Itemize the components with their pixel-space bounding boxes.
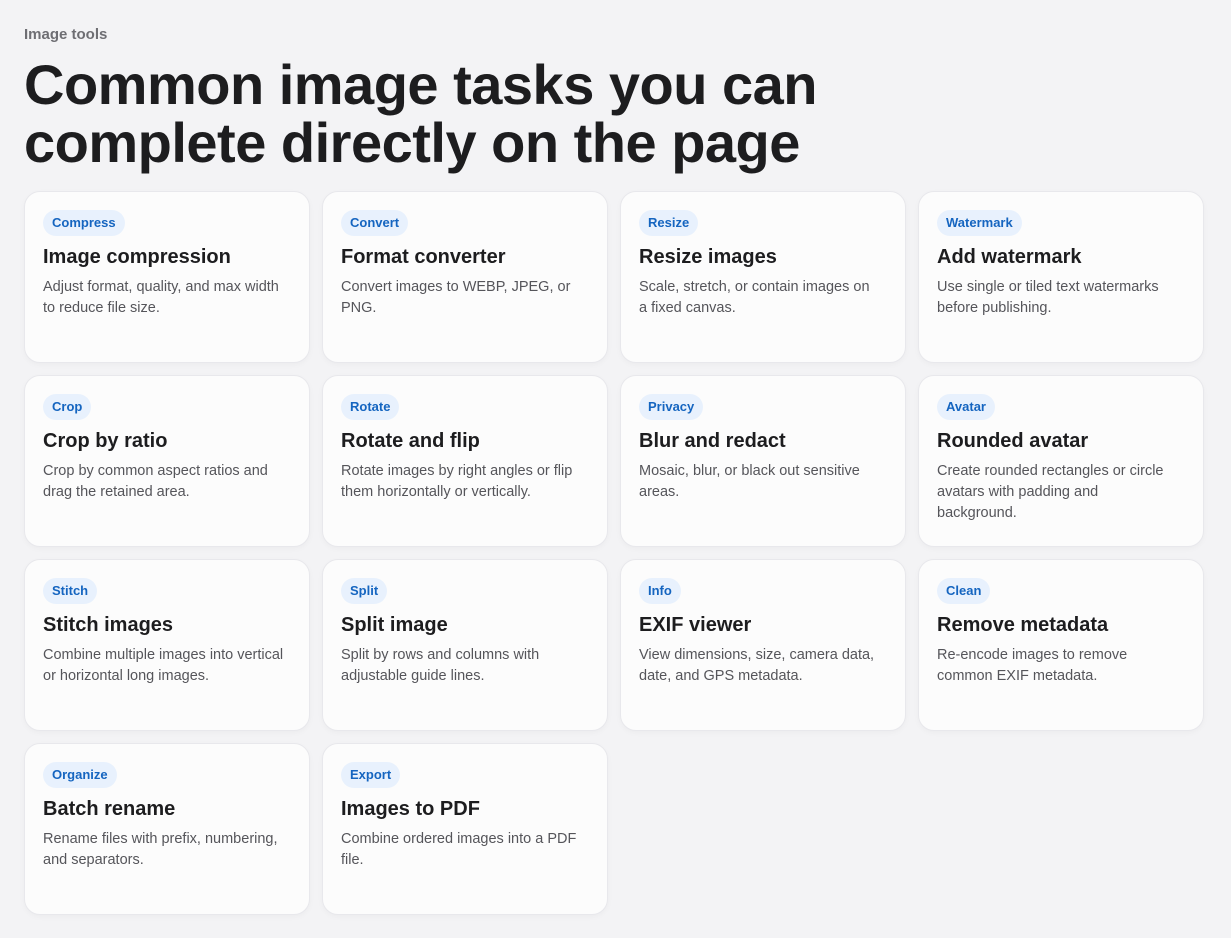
card-title: Resize images <box>639 246 777 268</box>
tool-card-compress[interactable]: Compress Image compression Adjust format… <box>24 191 310 363</box>
card-title: Format converter <box>341 246 506 268</box>
tool-card-privacy[interactable]: Privacy Blur and redact Mosaic, blur, or… <box>620 375 906 547</box>
card-description: Combine multiple images into vertical or… <box>43 647 284 684</box>
tool-card-watermark[interactable]: Watermark Add watermark Use single or ti… <box>918 191 1204 363</box>
card-title: Add watermark <box>937 246 1082 268</box>
page-eyebrow: Image tools <box>24 26 108 43</box>
card-description: Create rounded rectangles or circle avat… <box>937 463 1164 521</box>
card-title: Crop by ratio <box>43 430 168 452</box>
card-description: Re-encode images to remove common EXIF m… <box>937 647 1128 684</box>
card-badge: Stitch <box>43 578 98 604</box>
card-title: Remove metadata <box>937 614 1109 636</box>
card-description: Rotate images by right angles or flip th… <box>341 463 573 500</box>
tool-grid: Compress Image compression Adjust format… <box>24 191 1204 915</box>
card-description: Crop by common aspect ratios and drag th… <box>43 463 268 500</box>
tool-card-export[interactable]: Export Images to PDF Combine ordered ima… <box>322 743 608 915</box>
card-title: Stitch images <box>43 614 174 636</box>
card-title: Images to PDF <box>341 798 480 820</box>
tool-card-clean[interactable]: Clean Remove metadata Re-encode images t… <box>918 559 1204 731</box>
card-description: Use single or tiled text watermarks befo… <box>937 279 1159 316</box>
card-title: Rounded avatar <box>937 430 1089 452</box>
card-badge: Convert <box>341 210 409 236</box>
card-description: Mosaic, blur, or black out sensitive are… <box>639 463 860 500</box>
card-description: View dimensions, size, camera data, date… <box>639 647 875 684</box>
card-badge: Clean <box>937 578 991 604</box>
tool-card-avatar[interactable]: Avatar Rounded avatar Create rounded rec… <box>918 375 1204 547</box>
tool-card-crop[interactable]: Crop Crop by ratio Crop by common aspect… <box>24 375 310 547</box>
card-description: Rename files with prefix, numbering, and… <box>43 831 278 868</box>
tool-card-info[interactable]: Info EXIF viewer View dimensions, size, … <box>620 559 906 731</box>
card-badge: Export <box>341 762 401 788</box>
card-badge: Rotate <box>341 394 400 420</box>
card-description: Combine ordered images into a PDF file. <box>341 831 577 868</box>
tool-card-stitch[interactable]: Stitch Stitch images Combine multiple im… <box>24 559 310 731</box>
card-title: Batch rename <box>43 798 176 820</box>
card-badge: Info <box>639 578 681 604</box>
tool-card-split[interactable]: Split Split image Split by rows and colu… <box>322 559 608 731</box>
card-description: Convert images to WEBP, JPEG, or PNG. <box>341 279 571 316</box>
card-badge: Compress <box>43 210 125 236</box>
card-description: Adjust format, quality, and max width to… <box>43 279 279 316</box>
card-badge: Organize <box>43 762 117 788</box>
card-title: EXIF viewer <box>639 614 752 636</box>
card-title: Blur and redact <box>639 430 786 452</box>
card-badge: Crop <box>43 394 92 420</box>
card-description: Scale, stretch, or contain images on a f… <box>639 279 870 316</box>
page: Image tools Common image tasks you can c… <box>0 0 1231 938</box>
card-description: Split by rows and columns with adjustabl… <box>341 647 540 684</box>
tool-card-resize[interactable]: Resize Resize images Scale, stretch, or … <box>620 191 906 363</box>
tool-card-rotate[interactable]: Rotate Rotate and flip Rotate images by … <box>322 375 608 547</box>
card-title: Image compression <box>43 246 231 268</box>
tool-card-organize[interactable]: Organize Batch rename Rename files with … <box>24 743 310 915</box>
card-title: Split image <box>341 614 448 636</box>
card-badge: Watermark <box>937 210 1022 236</box>
tool-card-convert[interactable]: Convert Format converter Convert images … <box>322 191 608 363</box>
page-title: Common image tasks you can complete dire… <box>24 53 818 174</box>
card-badge: Privacy <box>639 394 704 420</box>
card-title: Rotate and flip <box>341 430 480 452</box>
card-badge: Resize <box>639 210 699 236</box>
card-badge: Split <box>341 578 388 604</box>
card-badge: Avatar <box>937 394 995 420</box>
